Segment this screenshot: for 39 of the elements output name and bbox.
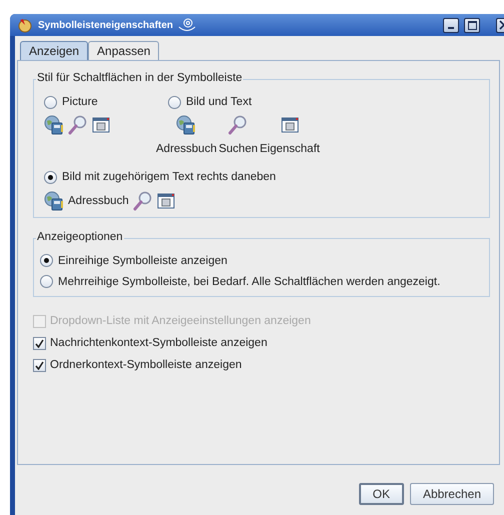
window-icon [92,115,110,135]
checkbox-label: Dropdown-Liste mit Anzeigeeinstellungen anzeigen [50,315,311,327]
globe-book-icon [176,115,196,135]
checkbox[interactable] [33,336,46,350]
window-icon [280,115,299,135]
checkbox-label: Nachrichtenkontext-Symbolleiste anzeigen [50,337,268,349]
radio-button[interactable] [44,170,57,184]
swirl-icon [178,17,196,33]
maximize-button[interactable] [464,18,480,32]
dialog-button[interactable]: Abbrechen [410,483,494,505]
search-icon [68,115,88,135]
option-label: Mehrreihige Symbolleiste, bei Bedarf. Alle Schaltflächen werden angezeigt. [58,276,440,288]
radio-button[interactable] [44,96,57,108]
toolbar-label: Adressbuch [68,195,129,207]
group-title: Stil für Schaltflächen in der Symbolleiste [36,72,244,84]
toolbar-label: Adressbuch [156,143,217,155]
checkbox[interactable] [33,358,46,372]
search-icon [132,191,153,211]
checkbox-label: Ordnerkontext-Symbolleiste anzeigen [50,359,242,371]
radio-button[interactable] [40,254,53,267]
option-label: Picture [62,96,98,108]
option-label: Einreihige Symbolleiste anzeigen [58,254,228,266]
window-icon [156,191,175,211]
globe-book-icon [44,191,64,211]
toolbar-label: Eigenschaft [260,143,320,155]
toolbar-label: Suchen [218,143,258,155]
group-title: Anzeigeoptionen [36,231,124,243]
search-icon [228,115,248,135]
radio-button[interactable] [40,275,53,288]
minimize-button[interactable] [443,18,459,32]
dialog-button[interactable]: OK [358,483,404,505]
option-label: Bild mit zugehörigem Text rechts daneben [62,171,276,183]
window-title: Symbolleisteneigenschaften [38,20,174,30]
app-icon [17,17,33,33]
globe-book-icon [44,115,64,135]
radio-button[interactable] [168,96,181,108]
tab[interactable]: Anpassen [88,41,160,60]
tab[interactable]: Anzeigen [20,41,88,60]
option-label: Bild und Text [186,96,252,108]
